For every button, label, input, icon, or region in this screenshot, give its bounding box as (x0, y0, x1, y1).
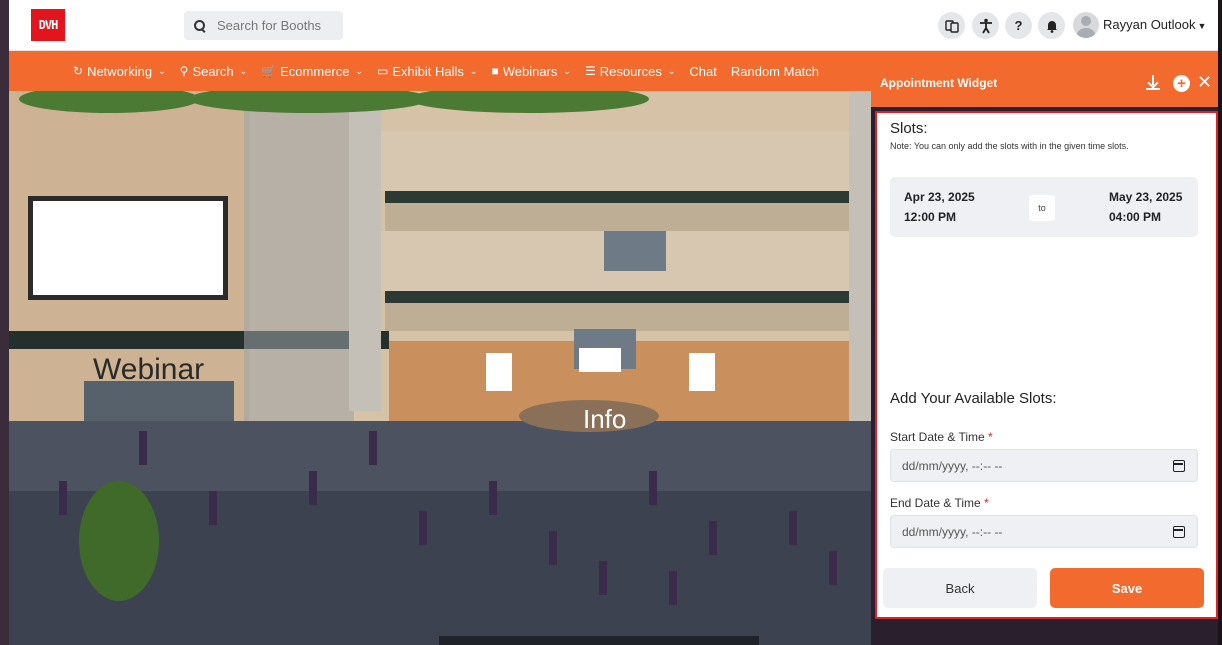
nav-item-ecommerce[interactable]: 🛒 Ecommerce ⌄ (261, 64, 363, 79)
nav-item-resources[interactable]: ☰ Resources ⌄ (585, 64, 675, 79)
add-slots-heading: Add Your Available Slots: (890, 390, 1057, 407)
booth-search-box[interactable] (184, 11, 343, 40)
chevron-down-icon: ⌄ (239, 65, 248, 76)
nav-item-label: Networking (87, 63, 153, 79)
booth-search-input[interactable] (217, 18, 337, 33)
networking-icon: ↻ (73, 64, 84, 78)
slot-start: Apr 23, 2025 12:00 PM (904, 187, 975, 227)
nav-item-chat[interactable]: Chat (689, 64, 716, 79)
user-name-label: Rayyan Outlook (1103, 17, 1196, 32)
chevron-down-icon: ⌄ (469, 65, 478, 76)
app-window: DVH ? Rayyan Outlook▼ ↻Networking⌄⚲Searc… (0, 0, 1222, 645)
chevron-down-icon: ⌄ (158, 65, 166, 76)
add-circle-icon[interactable]: + (1173, 75, 1190, 92)
help-icon[interactable]: ? (1005, 12, 1032, 39)
accessibility-icon[interactable] (972, 12, 999, 39)
cart-icon: 🛒 (261, 64, 277, 78)
download-icon[interactable] (1146, 75, 1160, 91)
chevron-down-icon: ⌄ (667, 65, 676, 76)
start-label-text: Start Date & Time (890, 430, 985, 444)
end-label-text: End Date & Time (890, 496, 981, 510)
end-datetime-input[interactable]: dd/mm/yyyy, --:-- -- (890, 515, 1198, 548)
calendar-icon[interactable] (1173, 526, 1185, 538)
close-icon[interactable]: ✕ (1197, 72, 1212, 93)
nav-item-label: Random Match (730, 63, 820, 79)
start-datetime-input[interactable]: dd/mm/yyyy, --:-- -- (890, 449, 1198, 482)
top-header: DVH ? Rayyan Outlook▼ (9, 0, 1218, 51)
main-nav: ↻ Networking ⌄ ⚲ Search ⌄ 🛒 Ecommerce ⌄ ▭ Exhibit … (9, 51, 871, 91)
slot-separator: to (1029, 195, 1055, 221)
widget-title: Appointment Widget (880, 76, 998, 90)
search-icon (193, 19, 207, 33)
nav-item-label: Search (192, 63, 234, 79)
nav-item-label: Exhibit Halls (392, 63, 464, 79)
user-avatar[interactable] (1073, 12, 1099, 38)
available-slot-card: Apr 23, 2025 12:00 PM to May 23, 2025 04… (890, 177, 1198, 237)
chevron-down-icon: ⌄ (563, 65, 571, 76)
slot-end: May 23, 2025 04:00 PM (1109, 187, 1182, 227)
virtual-lobby-scene[interactable]: Webinar Info (9, 91, 871, 645)
slot-start-time: 12:00 PM (904, 210, 957, 224)
slot-end-date: May 23, 2025 (1109, 190, 1183, 204)
slots-note: Note: You can only add the slots with in… (890, 141, 1129, 151)
nav-item-networking[interactable]: ↻ Networking ⌄ (73, 64, 166, 79)
nav-item-exhibit-halls[interactable]: ▭ Exhibit Halls ⌄ (377, 64, 477, 79)
nav-item-label: Webinars (502, 63, 558, 79)
video-icon: ■ (491, 64, 499, 78)
translate-icon[interactable] (938, 12, 965, 39)
nav-item-label: Chat (689, 63, 717, 79)
appointment-widget-panel: Slots: Note: You can only add the slots … (875, 111, 1218, 619)
notification-bell-icon[interactable] (1038, 12, 1065, 39)
calendar-icon[interactable] (1173, 460, 1185, 472)
right-edge-strip (1218, 0, 1222, 645)
nav-item-label: Resources (599, 63, 662, 79)
start-datetime-placeholder: dd/mm/yyyy, --:-- -- (902, 458, 1003, 473)
required-mark: * (988, 430, 993, 444)
slot-start-date: Apr 23, 2025 (904, 190, 975, 204)
slot-end-time: 04:00 PM (1109, 210, 1162, 224)
webinar-sign[interactable]: Webinar (93, 353, 204, 387)
nav-item-search[interactable]: ⚲ Search ⌄ (180, 64, 248, 79)
user-menu[interactable]: Rayyan Outlook ▼ (1103, 17, 1206, 32)
back-button[interactable]: Back (883, 568, 1037, 608)
nav-item-label: Ecommerce (280, 63, 350, 79)
info-sign[interactable]: Info (583, 404, 626, 435)
appointment-widget-header: Appointment Widget + ✕ (871, 51, 1218, 107)
required-mark: * (984, 496, 989, 510)
slots-heading: Slots: (890, 120, 928, 137)
nav-item-random-match[interactable]: Random Match (731, 64, 819, 79)
search-icon: ⚲ (179, 64, 189, 78)
caret-down-icon: ▼ (1197, 21, 1207, 31)
nav-item-webinars[interactable]: ■ Webinars ⌄ (491, 64, 570, 79)
left-edge-strip (0, 0, 9, 645)
end-datetime-placeholder: dd/mm/yyyy, --:-- -- (902, 524, 1003, 539)
brand-logo[interactable]: DVH (31, 9, 65, 41)
exhibit-icon: ▭ (377, 64, 389, 78)
save-button[interactable]: Save (1050, 568, 1204, 608)
end-datetime-label: End Date & Time * (890, 496, 989, 510)
start-datetime-label: Start Date & Time * (890, 430, 993, 444)
chevron-down-icon: ⌄ (355, 65, 364, 76)
list-icon: ☰ (584, 64, 596, 78)
